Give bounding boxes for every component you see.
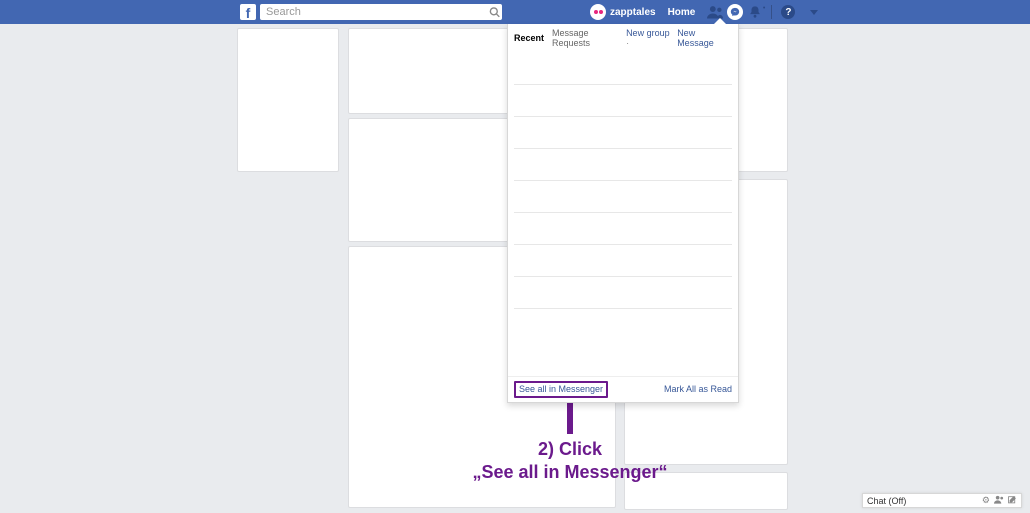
conversation-row[interactable] — [514, 180, 732, 212]
search-button[interactable] — [489, 7, 500, 18]
conversation-row[interactable] — [514, 84, 732, 116]
chat-dock[interactable]: Chat (Off) ⚙ — [862, 493, 1022, 508]
annotation-line2: „See all in Messenger“ — [440, 461, 700, 484]
mark-all-read-link[interactable]: Mark All as Read — [664, 384, 732, 394]
search-wrap — [260, 4, 502, 20]
search-input[interactable] — [260, 4, 502, 20]
conversation-row[interactable] — [514, 308, 732, 340]
top-nav: f zapptales Home — [0, 0, 1030, 24]
user-profile-link[interactable]: zapptales — [590, 4, 656, 20]
see-all-in-messenger-link[interactable]: See all in Messenger — [514, 381, 608, 398]
people-icon[interactable] — [994, 495, 1004, 506]
new-group-link[interactable]: New group — [626, 28, 673, 48]
tab-recent[interactable]: Recent — [514, 33, 544, 43]
conversation-list[interactable] — [508, 52, 738, 376]
conversation-row[interactable] — [514, 212, 732, 244]
messenger-icon[interactable] — [725, 4, 745, 20]
gear-icon[interactable]: ⚙ — [982, 495, 990, 506]
username-label: zapptales — [610, 7, 656, 18]
conversation-row[interactable] — [514, 244, 732, 276]
friend-requests-icon[interactable] — [705, 5, 725, 19]
dropdown-footer: See all in Messenger Mark All as Read — [508, 376, 738, 402]
help-icon[interactable]: ? — [778, 5, 798, 19]
avatar — [590, 4, 606, 20]
dropdown-header: Recent Message Requests New group New Me… — [508, 24, 738, 52]
search-icon — [489, 7, 500, 18]
conversation-row[interactable] — [514, 116, 732, 148]
compose-icon[interactable] — [1008, 495, 1017, 506]
conversation-row[interactable] — [514, 276, 732, 308]
conversation-row[interactable] — [514, 52, 732, 84]
chat-dock-label[interactable]: Chat (Off) — [867, 496, 906, 506]
help-label: ? — [785, 7, 791, 18]
messenger-dropdown: Recent Message Requests New group New Me… — [507, 24, 739, 403]
card-left — [237, 28, 339, 172]
home-link[interactable]: Home — [668, 7, 696, 18]
tab-message-requests[interactable]: Message Requests — [552, 28, 626, 48]
new-message-link[interactable]: New Message — [677, 28, 732, 48]
divider — [771, 5, 772, 19]
account-menu-caret-icon[interactable] — [810, 10, 818, 15]
annotation-line1: 2) Click — [440, 438, 700, 461]
facebook-logo[interactable]: f — [240, 4, 256, 20]
notifications-icon[interactable]: • — [745, 5, 765, 19]
conversation-row[interactable] — [514, 148, 732, 180]
